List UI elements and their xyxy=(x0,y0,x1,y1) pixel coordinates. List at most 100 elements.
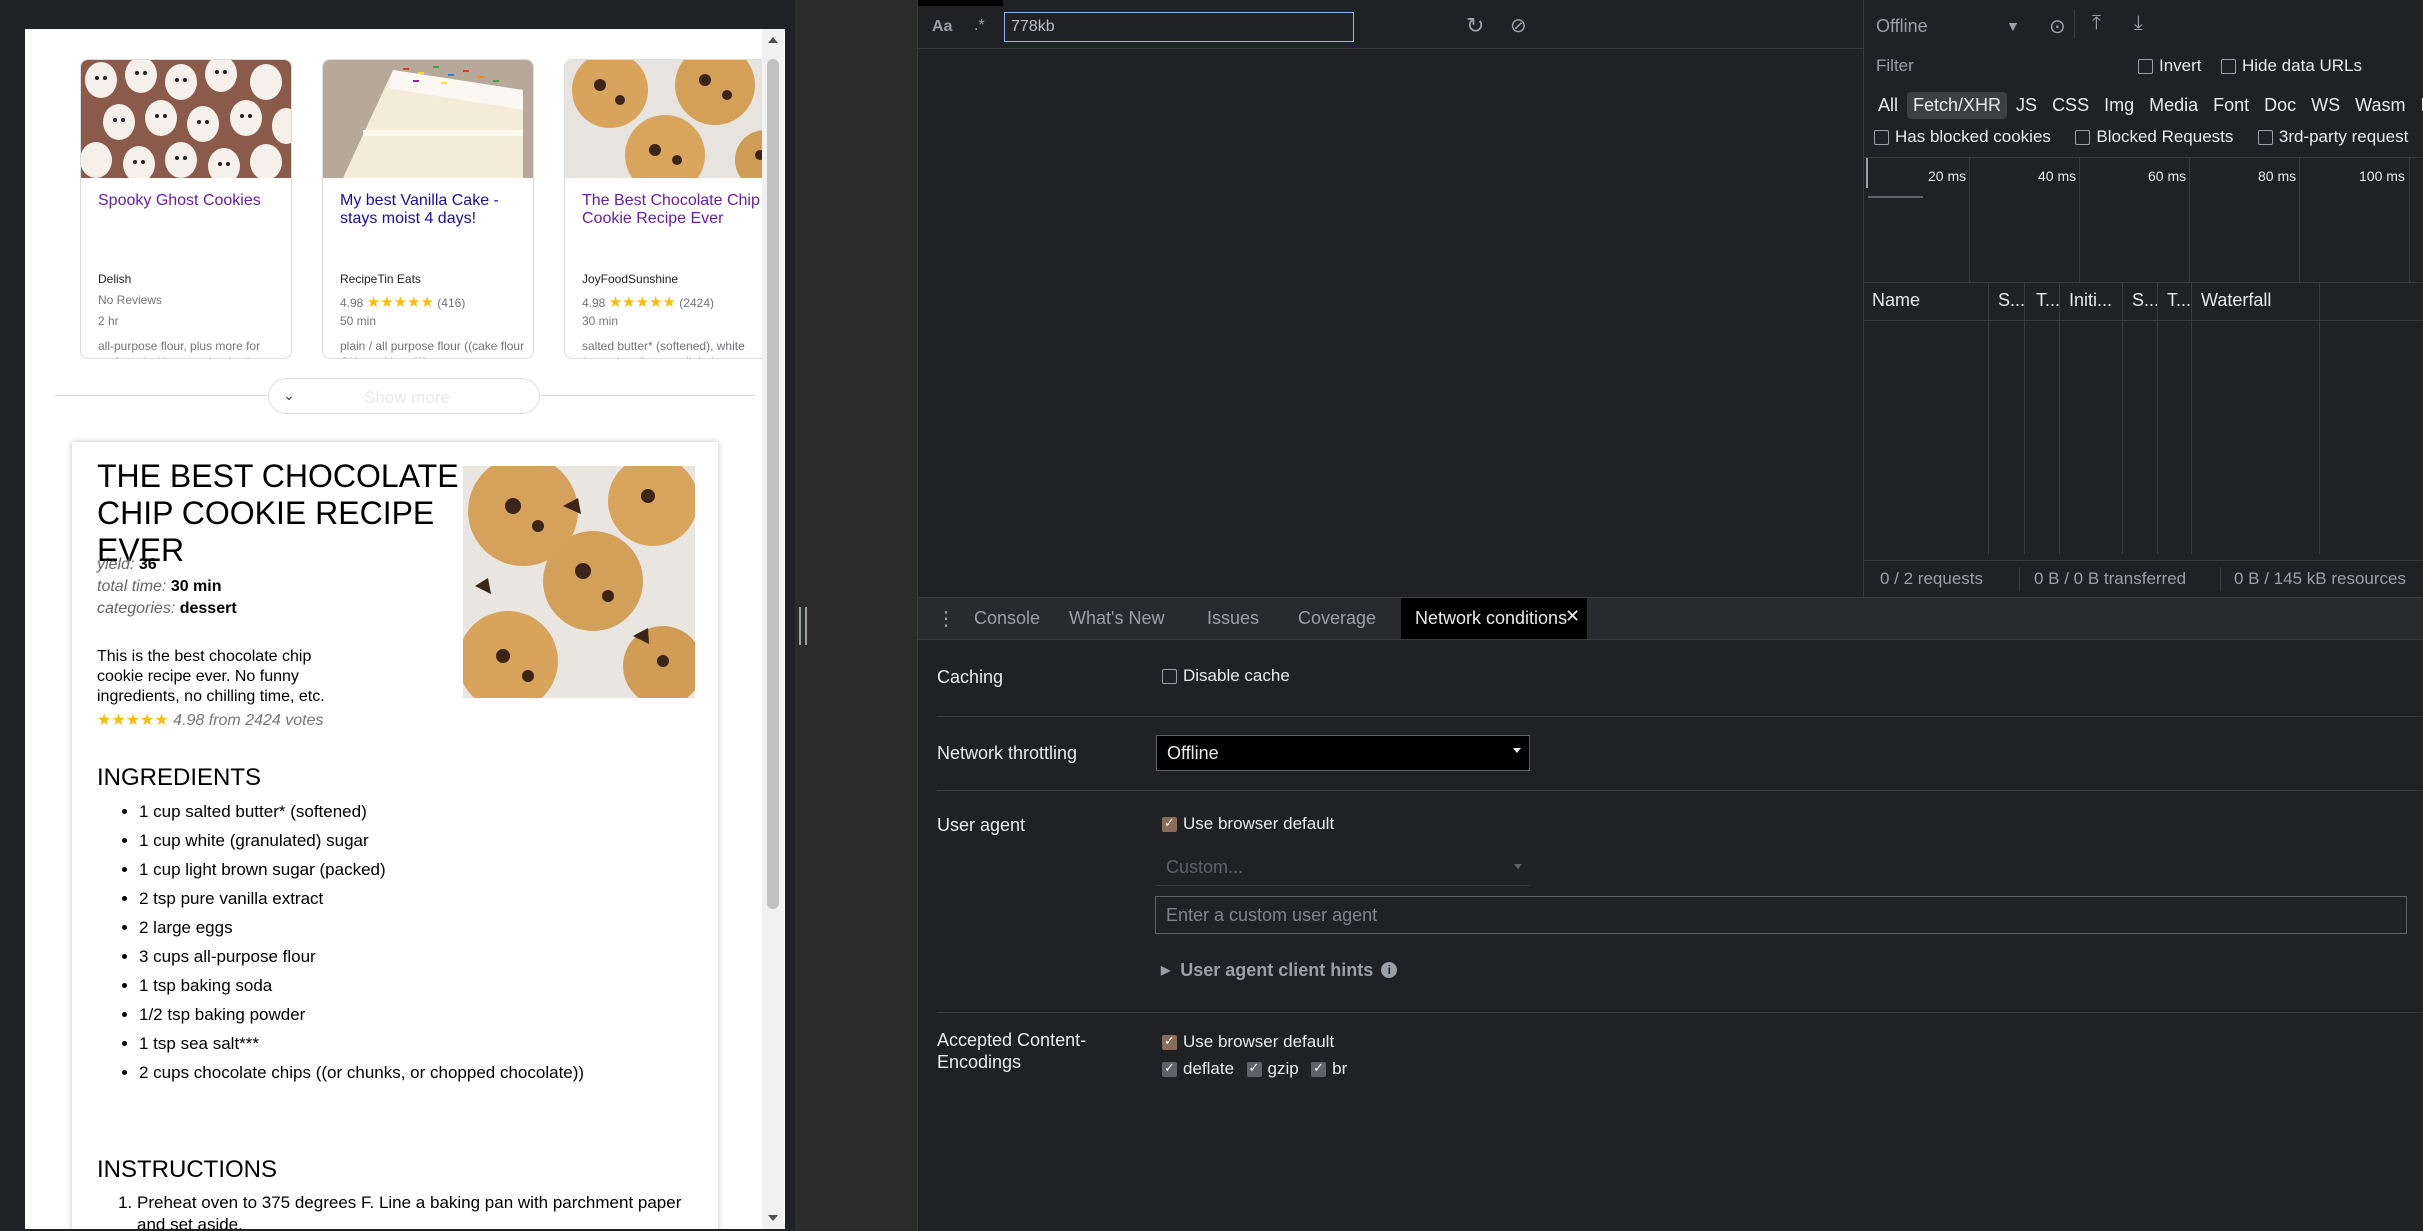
rating-value: 4.98 xyxy=(582,296,606,310)
disable-cache-checkbox[interactable]: Disable cache xyxy=(1162,666,1290,686)
deflate-checkbox[interactable]: deflate xyxy=(1162,1059,1234,1078)
scroll-up-arrow-icon[interactable] xyxy=(768,37,778,43)
type-filter-font[interactable]: Font xyxy=(2207,92,2255,119)
import-har-icon[interactable]: ⤒ xyxy=(2092,12,2101,35)
invert-checkbox[interactable]: Invert xyxy=(2138,56,2202,76)
third-party-label: 3rd-party request xyxy=(2278,127,2409,146)
card-title[interactable]: The Best Chocolate Chip Cookie Recipe Ev… xyxy=(582,192,767,228)
tab-network-conditions[interactable]: Network conditions ✕ xyxy=(1401,598,1587,639)
checkbox-icon[interactable] xyxy=(2075,129,2091,145)
checkbox-checked-icon[interactable] xyxy=(1246,1060,1262,1077)
type-filter-ma[interactable]: Ma xyxy=(2415,92,2423,119)
invert-label: Invert xyxy=(2159,56,2202,75)
column-header-waterfall[interactable]: Waterfall xyxy=(2201,290,2271,311)
tab-coverage[interactable]: Coverage xyxy=(1298,608,1376,629)
recipe-card[interactable]: Spooky Ghost Cookies Delish No Reviews 2… xyxy=(80,59,292,359)
checkbox-checked-icon[interactable] xyxy=(1162,1033,1177,1050)
type-filter-wasm[interactable]: Wasm xyxy=(2349,92,2411,119)
blocked-filters: Has blocked cookies Blocked Requests 3rd… xyxy=(1874,127,2423,147)
hide-data-urls-checkbox[interactable]: Hide data URLs xyxy=(2221,56,2362,76)
column-divider xyxy=(1988,282,1989,554)
column-header-name[interactable]: Name xyxy=(1872,290,1920,311)
type-filter-doc[interactable]: Doc xyxy=(2258,92,2302,119)
has-blocked-cookies-checkbox[interactable]: Has blocked cookies xyxy=(1874,127,2051,146)
column-header-type[interactable]: T... xyxy=(2036,290,2060,311)
checkbox-checked-icon[interactable] xyxy=(1162,815,1177,832)
disable-cache-label: Disable cache xyxy=(1183,666,1290,685)
type-filter-img[interactable]: Img xyxy=(2098,92,2140,119)
type-filter-media[interactable]: Media xyxy=(2143,92,2204,119)
checkbox-checked-icon[interactable] xyxy=(1311,1060,1327,1077)
gzip-label: gzip xyxy=(1267,1059,1299,1078)
third-party-checkbox[interactable]: 3rd-party request xyxy=(2257,127,2409,146)
throttling-select[interactable]: Offline xyxy=(1156,735,1530,771)
tab-issues[interactable]: Issues xyxy=(1207,608,1259,629)
type-filter-css[interactable]: CSS xyxy=(2046,92,2095,119)
rating-stars: ★★★★★ xyxy=(608,294,676,311)
column-header-time[interactable]: T... xyxy=(2167,290,2191,311)
throttling-dropdown[interactable]: Offline xyxy=(1876,16,1928,37)
column-header-initiator[interactable]: Initi... xyxy=(2069,290,2112,311)
type-filter-fetch-xhr[interactable]: Fetch/XHR xyxy=(1907,92,2008,119)
page-scrollbar[interactable] xyxy=(762,29,784,1229)
dropdown-arrow-icon[interactable]: ▼ xyxy=(2006,18,2020,34)
search-input[interactable] xyxy=(1004,12,1354,42)
refresh-icon[interactable]: ↻ xyxy=(1466,13,1484,39)
card-source: Delish xyxy=(98,272,132,286)
column-header-status[interactable]: S... xyxy=(1998,290,2025,311)
card-title[interactable]: Spooky Ghost Cookies xyxy=(98,192,283,210)
ingredient-item: 1 tsp baking soda xyxy=(139,971,584,1000)
recipe-card[interactable]: The Best Chocolate Chip Cookie Recipe Ev… xyxy=(564,59,776,359)
panel-splitter[interactable] xyxy=(795,0,917,1231)
checkbox-icon[interactable] xyxy=(1162,668,1177,684)
info-icon[interactable]: i xyxy=(1381,962,1398,978)
ingredient-item: 1 tsp sea salt*** xyxy=(139,1029,584,1058)
scroll-down-arrow-icon[interactable] xyxy=(768,1215,778,1221)
timeline-bar xyxy=(1868,196,1923,198)
br-checkbox[interactable]: br xyxy=(1311,1059,1347,1078)
tab-whats-new[interactable]: What's New xyxy=(1069,608,1164,629)
network-conditions-icon[interactable]: ⊙ xyxy=(2049,14,2066,39)
section-divider xyxy=(937,716,2423,717)
close-icon[interactable]: ✕ xyxy=(1565,606,1580,627)
clear-icon[interactable]: ⊘ xyxy=(1510,13,1527,38)
network-overview-timeline[interactable]: 20 ms 40 ms 60 ms 80 ms 100 ms xyxy=(1864,157,2423,283)
recipe-title: THE BEST CHOCOLATE CHIP COOKIE RECIPE EV… xyxy=(97,458,459,568)
show-more-button[interactable]: ⌄ Show more xyxy=(268,378,540,414)
ghost-cookies-image xyxy=(81,60,291,184)
regex-icon[interactable]: .* xyxy=(974,17,985,35)
column-header-size[interactable]: S... xyxy=(2132,290,2159,311)
type-filter-js[interactable]: JS xyxy=(2010,92,2043,119)
more-tabs-icon[interactable]: ⋮ xyxy=(936,606,956,631)
user-agent-label: User agent xyxy=(937,815,1026,835)
card-title[interactable]: My best Vanilla Cake - stays moist 4 day… xyxy=(340,192,525,228)
recipe-card[interactable]: My best Vanilla Cake - stays moist 4 day… xyxy=(322,59,534,359)
export-har-icon[interactable]: ⤓ xyxy=(2134,12,2143,35)
ingredient-item: 1/2 tsp baking powder xyxy=(139,1000,584,1029)
blocked-requests-label: Blocked Requests xyxy=(2096,127,2234,146)
type-filter-all[interactable]: All xyxy=(1872,92,1904,119)
checkbox-icon[interactable] xyxy=(2257,129,2273,145)
checkbox-icon[interactable] xyxy=(2138,58,2153,74)
select-arrow-icon xyxy=(1514,864,1522,869)
blocked-requests-checkbox[interactable]: Blocked Requests xyxy=(2075,127,2234,146)
timeline-tick: 20 ms xyxy=(1928,168,1967,184)
splitter-grip-icon[interactable] xyxy=(799,607,807,645)
gzip-checkbox[interactable]: gzip xyxy=(1246,1059,1299,1078)
checkbox-icon[interactable] xyxy=(2221,58,2236,74)
encodings-browser-default-checkbox[interactable]: Use browser default xyxy=(1162,1032,1334,1052)
scrollbar-thumb[interactable] xyxy=(767,59,779,909)
tab-console[interactable]: Console xyxy=(974,608,1040,629)
ua-client-hints-toggle[interactable]: ▶ User agent client hints i xyxy=(1161,960,1398,981)
hide-data-urls-label: Hide data URLs xyxy=(2242,56,2363,75)
custom-ua-input[interactable]: Enter a custom user agent xyxy=(1155,896,2407,934)
ua-browser-default-checkbox[interactable]: Use browser default xyxy=(1162,814,1334,834)
type-filter-ws[interactable]: WS xyxy=(2305,92,2346,119)
checkbox-icon[interactable] xyxy=(1874,129,1889,145)
throttling-select-value: Offline xyxy=(1167,743,1219,763)
checkbox-checked-icon[interactable] xyxy=(1162,1060,1177,1077)
recipe-carousel: Spooky Ghost Cookies Delish No Reviews 2… xyxy=(55,59,776,359)
instruction-step: Preheat oven to 375 degrees F. Line a ba… xyxy=(137,1192,697,1229)
match-case-icon[interactable]: Aa xyxy=(932,18,952,36)
filter-input[interactable]: Filter xyxy=(1870,56,2125,80)
